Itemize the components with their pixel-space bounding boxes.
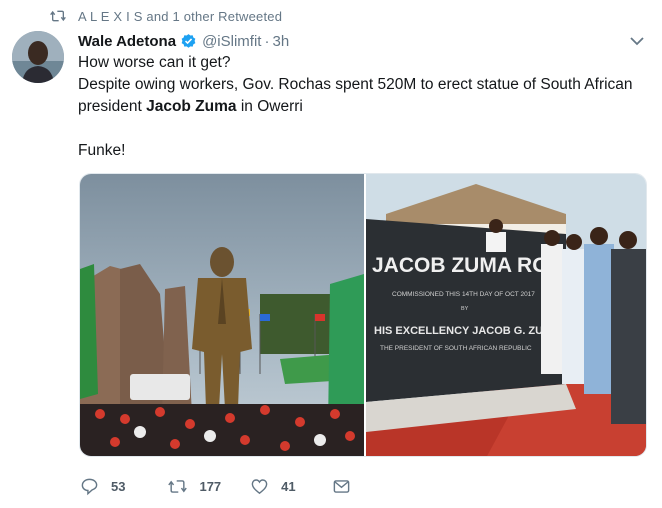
tweet-line-1: How worse can it get? [78, 54, 231, 71]
retweet-action-icon [168, 479, 188, 493]
like-icon [251, 478, 268, 494]
sign-commissioned: COMMISSIONED THIS 14TH DAY OF OCT 2017 [392, 291, 535, 298]
sign-president: THE PRESIDENT OF SOUTH AFRICAN REPUBLIC [380, 345, 532, 352]
tweet-time[interactable]: 3h [272, 33, 289, 50]
retweet-count: 177 [199, 478, 222, 494]
caret-down-icon[interactable] [630, 34, 644, 48]
like-button[interactable]: 41 [250, 477, 296, 496]
direct-message-button[interactable] [332, 477, 351, 496]
verified-icon [181, 33, 196, 48]
author-name[interactable]: Wale Adetona [78, 33, 176, 50]
tweet-content: Wale Adetona @iSlimfit · 3h How worse ca… [78, 30, 650, 162]
author-handle[interactable]: @iSlimfit [202, 33, 261, 50]
sign-by: BY [461, 306, 469, 312]
retweet-context-text: A L E X I S and 1 other Retweeted [78, 8, 283, 24]
tweet-media[interactable]: JACOB ZUMA ROAD COMMISSIONED THIS 14TH D… [79, 173, 647, 457]
retweet-icon [50, 10, 66, 22]
reply-icon [81, 478, 98, 495]
tweet-mention-zuma: Jacob Zuma [146, 98, 237, 115]
avatar[interactable] [12, 31, 64, 83]
like-count: 41 [281, 478, 296, 494]
tweet-text: How worse can it get? Despite owing work… [78, 52, 653, 162]
sign-excellency: HIS EXCELLENCY JACOB G. ZUMA [374, 325, 560, 337]
retweet-button[interactable]: 177 [168, 477, 221, 496]
retweet-context[interactable]: A L E X I S and 1 other Retweeted [50, 7, 282, 25]
message-icon [333, 479, 349, 493]
tweet-spacer [78, 118, 653, 140]
statue-photo[interactable] [80, 174, 364, 456]
road-sign-photo[interactable]: JACOB ZUMA ROAD COMMISSIONED THIS 14TH D… [366, 174, 646, 456]
tweet-line-2-post: in Owerri [236, 98, 303, 115]
reply-button[interactable]: 53 [80, 477, 125, 496]
tweet-line-2: Despite owing workers, Gov. Rochas spent… [78, 74, 653, 118]
tweet-line-3: Funke! [78, 142, 126, 159]
tweet-header: Wale Adetona @iSlimfit · 3h [78, 30, 650, 52]
separator-dot: · [264, 32, 270, 50]
tweet-actions: 53 177 41 [80, 472, 351, 500]
reply-count: 53 [111, 478, 126, 494]
